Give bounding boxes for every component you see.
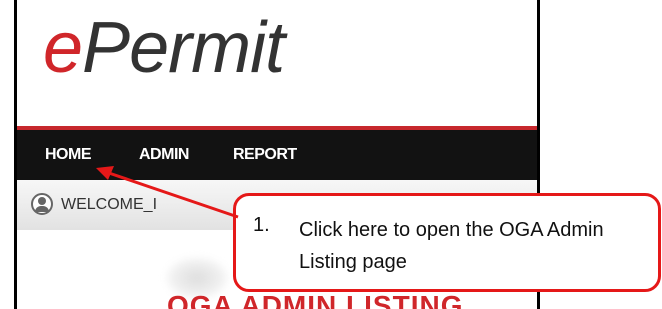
callout-step-number: 1.	[253, 214, 270, 236]
nav-report[interactable]: REPORT	[233, 146, 297, 164]
page-title: OGA ADMIN LISTING	[167, 290, 464, 309]
top-nav: HOME ADMIN REPORT	[17, 130, 537, 180]
nav-admin[interactable]: ADMIN	[139, 146, 189, 164]
instruction-callout: 1. Click here to open the OGA Admin List…	[233, 193, 661, 292]
epermit-logo: ePermit	[43, 8, 285, 88]
welcome-text: WELCOME_I	[61, 196, 158, 213]
user-icon	[31, 193, 53, 215]
header: ePermit	[17, 0, 537, 126]
callout-text: Click here to open the OGA Admin Listing…	[299, 219, 604, 273]
nav-home[interactable]: HOME	[45, 146, 92, 164]
